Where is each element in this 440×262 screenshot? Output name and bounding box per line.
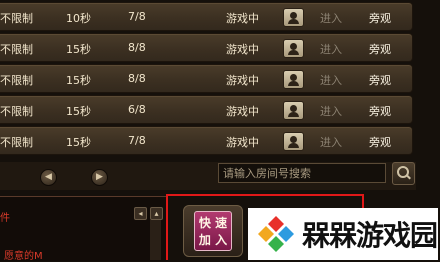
room-time: 10秒 [66, 12, 91, 25]
chevron-up-icon: ▴ [154, 209, 159, 218]
spectate-button[interactable]: 旁观 [369, 10, 391, 26]
room-time: 15秒 [66, 74, 91, 87]
room-limit: 不限制 [0, 12, 33, 25]
spectate-button[interactable]: 旁观 [369, 103, 391, 119]
chat-expand-button[interactable]: ▴ [150, 207, 163, 220]
player-info-button[interactable] [283, 101, 304, 120]
room-player-count: 7/8 [128, 134, 146, 147]
collapse-icon: ◂ [138, 209, 143, 218]
chat-message: 件 [0, 213, 10, 224]
room-status: 游戏中 [226, 136, 259, 149]
chat-collapse-button[interactable]: ◂ [134, 207, 147, 220]
room-limit: 不限制 [0, 136, 33, 149]
room-limit: 不限制 [0, 43, 33, 56]
player-info-button[interactable] [283, 39, 304, 58]
next-page-button[interactable]: ▶ [91, 169, 108, 186]
room-status: 游戏中 [226, 105, 259, 118]
chevron-left-icon: ◀ [45, 172, 52, 182]
chat-scrollbar[interactable] [150, 220, 161, 260]
enter-room-button[interactable]: 进入 [320, 41, 342, 57]
player-info-button[interactable] [283, 132, 304, 151]
watermark-text: 槑槑游戏园 [302, 219, 438, 252]
room-time: 15秒 [66, 105, 91, 118]
player-info-button[interactable] [283, 70, 304, 89]
room-limit: 不限制 [0, 105, 33, 118]
room-list: 不限制 10秒 7/8 游戏中 进入 旁观 不限制 15秒 8/8 游戏中 进入 旁观 不限制 15秒 8/… [0, 0, 413, 160]
spectate-button[interactable]: 旁观 [369, 134, 391, 150]
room-row[interactable]: 不限制 15秒 7/8 游戏中 进入 旁观 [0, 126, 413, 155]
search-button[interactable] [392, 162, 415, 185]
room-status: 游戏中 [226, 43, 259, 56]
room-player-count: 8/8 [128, 41, 146, 54]
room-player-count: 6/8 [128, 103, 146, 116]
enter-room-button[interactable]: 进入 [320, 134, 342, 150]
quick-join-text-1: 快 速 [198, 216, 228, 230]
room-player-count: 8/8 [128, 72, 146, 85]
chat-panel: 件 愿意的M [0, 196, 168, 262]
room-time: 15秒 [66, 43, 91, 56]
room-search-input[interactable] [218, 163, 386, 183]
quick-join-text-2: 加 入 [198, 233, 228, 247]
spectate-button[interactable]: 旁观 [369, 41, 391, 57]
room-status: 游戏中 [226, 74, 259, 87]
quick-join-button[interactable]: 快 速 加 入 [183, 205, 243, 257]
room-time: 15秒 [66, 136, 91, 149]
room-row[interactable]: 不限制 15秒 6/8 游戏中 进入 旁观 [0, 95, 413, 124]
enter-room-button[interactable]: 进入 [320, 10, 342, 26]
room-status: 游戏中 [226, 12, 259, 25]
watermark: 槑槑游戏园 [248, 208, 438, 260]
room-row[interactable]: 不限制 10秒 7/8 游戏中 进入 旁观 [0, 2, 413, 31]
room-limit: 不限制 [0, 74, 33, 87]
watermark-logo-icon [254, 212, 298, 256]
chevron-right-icon: ▶ [96, 172, 103, 182]
room-row[interactable]: 不限制 15秒 8/8 游戏中 进入 旁观 [0, 33, 413, 62]
room-row[interactable]: 不限制 15秒 8/8 游戏中 进入 旁观 [0, 64, 413, 93]
prev-page-button[interactable]: ◀ [40, 169, 57, 186]
enter-room-button[interactable]: 进入 [320, 72, 342, 88]
player-info-button[interactable] [283, 8, 304, 27]
quick-join-label: 快 速 加 入 [194, 211, 232, 251]
enter-room-button[interactable]: 进入 [320, 103, 342, 119]
room-player-count: 7/8 [128, 10, 146, 23]
spectate-button[interactable]: 旁观 [369, 72, 391, 88]
